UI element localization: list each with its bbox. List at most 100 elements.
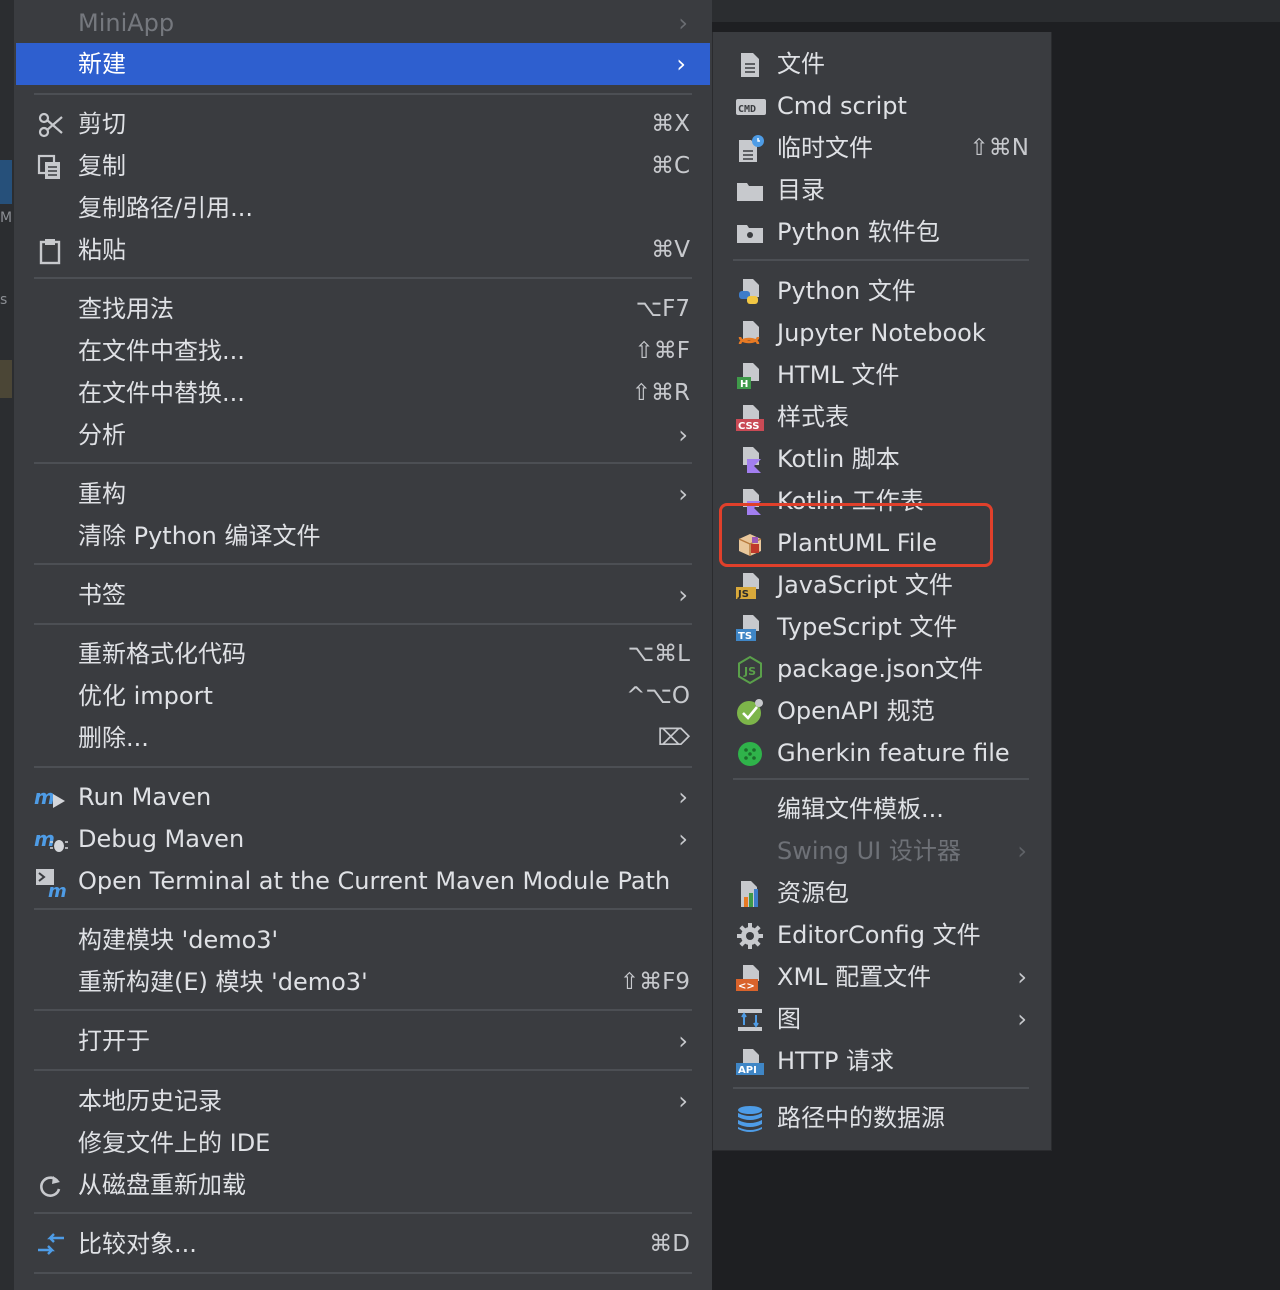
svg-text:JS: JS — [743, 665, 756, 678]
open-terminal-item[interactable]: m Open Terminal at the Current Maven Mod… — [14, 860, 712, 902]
refactor-item[interactable]: 重构 › — [14, 473, 712, 515]
bookmarks-item[interactable]: 书签 › — [14, 574, 712, 616]
swing-designer-item[interactable]: Swing UI 设计器 › — [713, 830, 1051, 872]
replace-in-files-item[interactable]: 在文件中替换... ⇧⌘R — [14, 372, 712, 414]
separator — [34, 766, 692, 768]
http-request-item[interactable]: API HTTP 请求 — [713, 1040, 1051, 1082]
scratch-file-icon — [735, 134, 765, 164]
separator — [733, 259, 1029, 261]
openapi-icon — [735, 697, 765, 727]
new-submenu: 文件 CMD Cmd script 临时文件 ⇧⌘N 目录 Python 软件包… — [712, 32, 1052, 1151]
diagram-item[interactable]: 图 › — [713, 998, 1051, 1040]
file-icon — [735, 50, 765, 80]
typescript-file-item[interactable]: TS TypeScript 文件 — [713, 606, 1051, 648]
separator — [34, 563, 692, 565]
compare-icon — [36, 1230, 64, 1258]
svg-text:JS: JS — [737, 589, 749, 600]
maven-run-icon: m — [34, 783, 65, 811]
delete-item[interactable]: 删除... ⌦ — [14, 717, 712, 759]
ts-file-icon: TS — [735, 613, 765, 643]
xml-file-icon: <> — [735, 963, 765, 993]
run-maven-item[interactable]: m Run Maven › — [14, 776, 712, 818]
clean-python-item[interactable]: 清除 Python 编译文件 — [14, 515, 712, 557]
scratch-file-item[interactable]: 临时文件 ⇧⌘N — [713, 127, 1051, 169]
separator — [34, 462, 692, 464]
svg-text:API: API — [738, 1065, 757, 1076]
chevron-right-icon: › — [1017, 837, 1027, 865]
javascript-file-item[interactable]: JS JavaScript 文件 — [713, 564, 1051, 606]
cucumber-icon — [735, 739, 765, 769]
separator — [34, 1272, 692, 1274]
nodejs-icon: JS — [735, 655, 765, 685]
svg-text:<>: <> — [738, 981, 755, 992]
separator — [34, 277, 692, 279]
annotation-highlight — [719, 503, 993, 567]
html-file-item[interactable]: H HTML 文件 — [713, 354, 1051, 396]
svg-text:TS: TS — [738, 631, 752, 642]
kotlin-script-item[interactable]: Kotlin 脚本 — [713, 438, 1051, 480]
reformat-code-item[interactable]: 重新格式化代码 ⌥⌘L — [14, 633, 712, 675]
html-file-icon: H — [735, 361, 765, 391]
local-history-item[interactable]: 本地历史记录 › — [14, 1080, 712, 1122]
reload-icon — [36, 1171, 64, 1199]
copy-icon — [36, 152, 64, 180]
svg-text:CSS: CSS — [738, 421, 759, 432]
edit-templates-item[interactable]: 编辑文件模板... — [713, 788, 1051, 830]
paste-item[interactable]: 粘贴 ⌘V — [14, 229, 712, 271]
resource-bundle-item[interactable]: 资源包 — [713, 872, 1051, 914]
xml-config-item[interactable]: <> XML 配置文件 › — [713, 956, 1051, 998]
reload-from-disk-item[interactable]: 从磁盘重新加载 — [14, 1164, 712, 1206]
chevron-right-icon: › — [678, 1027, 688, 1055]
editor-gutter: M s — [0, 0, 14, 1290]
package-json-item[interactable]: JS package.json文件 — [713, 648, 1051, 690]
cmd-script-item[interactable]: CMD Cmd script — [713, 85, 1051, 127]
chevron-right-icon: › — [676, 50, 686, 78]
chevron-right-icon: › — [678, 825, 688, 853]
resource-bundle-icon — [735, 879, 765, 909]
optimize-imports-item[interactable]: 优化 import ^⌥O — [14, 675, 712, 717]
python-package-item[interactable]: Python 软件包 — [713, 211, 1051, 253]
database-icon — [735, 1104, 765, 1134]
cut-item[interactable]: 剪切 ⌘X — [14, 103, 712, 145]
selected-tree-row — [0, 160, 12, 204]
truncated-text: s — [0, 292, 8, 308]
rebuild-module-item[interactable]: 重新构建(E) 模块 'demo3' ⇧⌘F9 — [14, 961, 712, 1003]
jupyter-notebook-item[interactable]: Jupyter Notebook — [713, 312, 1051, 354]
folder-icon — [735, 176, 765, 206]
directory-item[interactable]: 目录 — [713, 169, 1051, 211]
openapi-item[interactable]: OpenAPI 规范 — [713, 690, 1051, 732]
separator — [34, 93, 692, 95]
debug-maven-item[interactable]: m Debug Maven › — [14, 818, 712, 860]
svg-text:CMD: CMD — [738, 104, 756, 115]
delete-key-icon: ⌦ — [657, 725, 690, 751]
gherkin-item[interactable]: Gherkin feature file — [713, 732, 1051, 774]
chevron-right-icon: › — [678, 581, 688, 609]
context-menu: MiniApp › 新建 › 剪切 ⌘X 复制 ⌘C 复制路径/引用... 粘贴… — [14, 0, 712, 1290]
repair-ide-item[interactable]: 修复文件上的 IDE — [14, 1122, 712, 1164]
analyze-item[interactable]: 分析 › — [14, 414, 712, 456]
svg-text:m: m — [34, 785, 55, 809]
open-in-item[interactable]: 打开于 › — [14, 1020, 712, 1062]
chevron-right-icon: › — [678, 1087, 688, 1115]
copy-path-item[interactable]: 复制路径/引用... — [14, 187, 712, 229]
copy-item[interactable]: 复制 ⌘C — [14, 145, 712, 187]
python-file-item[interactable]: Python 文件 — [713, 270, 1051, 312]
datasource-in-path-item[interactable]: 路径中的数据源 — [713, 1097, 1051, 1139]
separator — [34, 623, 692, 625]
js-file-icon: JS — [735, 571, 765, 601]
python-file-icon — [735, 277, 765, 307]
find-in-files-item[interactable]: 在文件中查找... ⇧⌘F — [14, 330, 712, 372]
new-item[interactable]: 新建 › — [16, 43, 710, 85]
file-item[interactable]: 文件 — [713, 43, 1051, 85]
compare-with-item[interactable]: 比较对象... ⌘D — [14, 1223, 712, 1265]
chevron-right-icon: › — [1017, 1005, 1027, 1033]
editorconfig-item[interactable]: EditorConfig 文件 — [713, 914, 1051, 956]
stylesheet-item[interactable]: CSS 样式表 — [713, 396, 1051, 438]
build-module-item[interactable]: 构建模块 'demo3' — [14, 919, 712, 961]
css-file-icon: CSS — [735, 403, 765, 433]
separator — [34, 908, 692, 910]
miniapp-item[interactable]: MiniApp › — [14, 2, 712, 44]
gear-icon — [735, 921, 765, 951]
find-usages-item[interactable]: 查找用法 ⌥F7 — [14, 288, 712, 330]
separator — [34, 1009, 692, 1011]
